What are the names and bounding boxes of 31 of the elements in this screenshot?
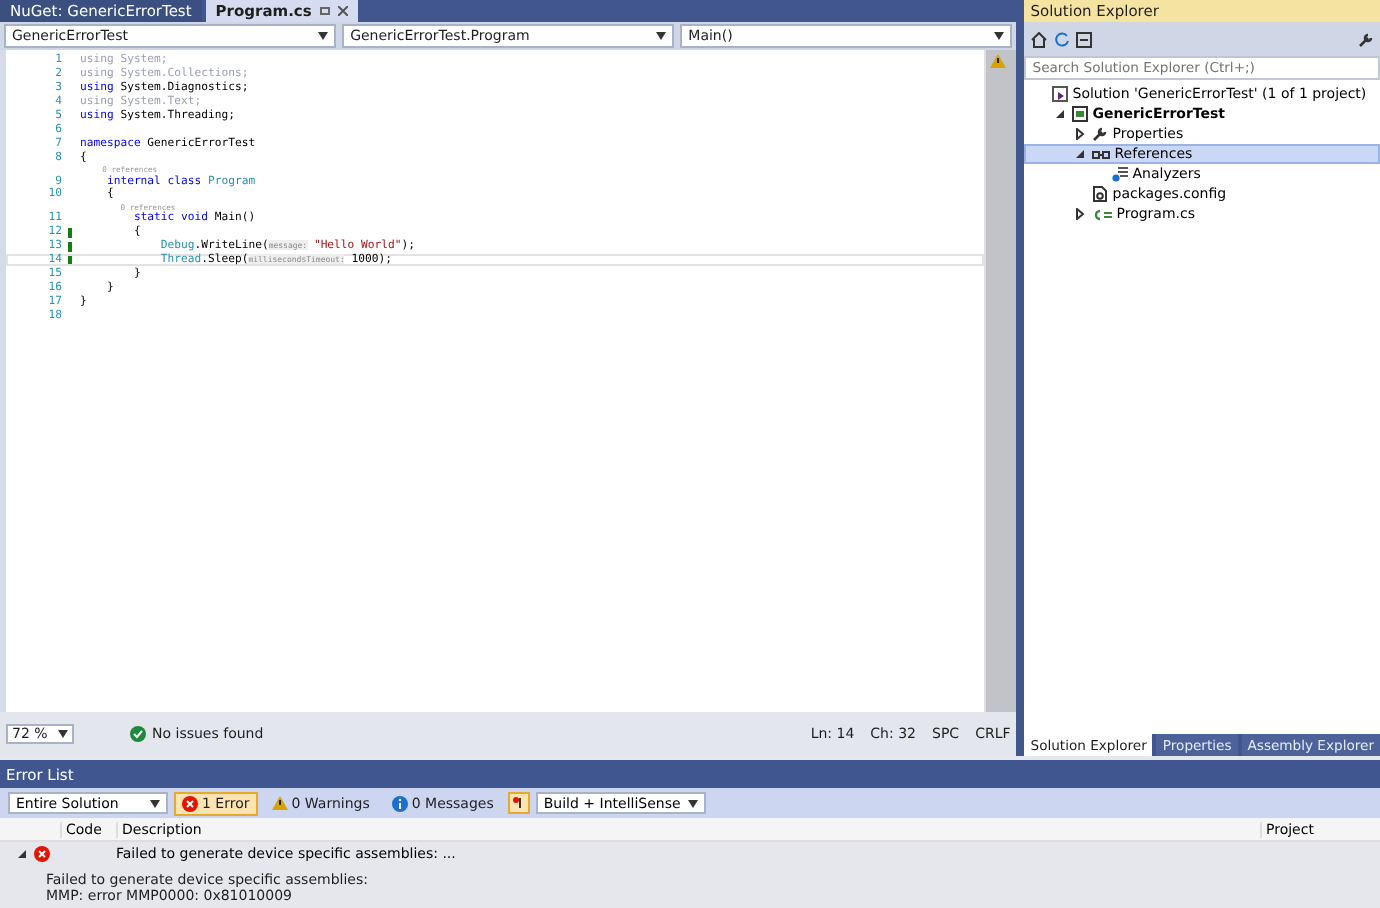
wrench-icon <box>1092 126 1109 142</box>
close-icon[interactable] <box>337 6 348 16</box>
caret-icon <box>150 799 160 807</box>
caret-icon <box>994 32 1005 40</box>
analyzer-icon <box>1112 166 1129 182</box>
expanded-arrow-icon[interactable] <box>1074 148 1087 160</box>
error-icon <box>34 846 50 862</box>
expanded-arrow-icon[interactable] <box>16 848 28 860</box>
expanded-arrow-icon[interactable] <box>1054 108 1067 120</box>
caret-icon <box>687 799 698 807</box>
filter-toggle-icon[interactable] <box>507 792 530 814</box>
project-icon <box>1072 106 1089 122</box>
pin-icon[interactable] <box>319 6 330 16</box>
csharp-file-icon <box>1092 207 1113 221</box>
collapse-all-icon[interactable] <box>1076 31 1093 47</box>
solution-icon <box>1052 86 1069 102</box>
info-icon <box>391 795 408 811</box>
scrollbar[interactable] <box>984 50 1017 712</box>
warning-icon <box>271 796 288 810</box>
references-icon <box>1092 147 1111 161</box>
check-circle-icon <box>130 726 146 742</box>
caret-icon <box>656 32 667 40</box>
collapsed-arrow-icon[interactable] <box>1074 208 1087 220</box>
caret-icon <box>58 730 68 738</box>
collapsed-arrow-icon[interactable] <box>1074 128 1087 140</box>
warning-icon <box>990 54 1007 68</box>
error-icon <box>182 795 198 811</box>
config-file-icon <box>1092 186 1109 202</box>
wrench-icon[interactable] <box>1358 31 1374 47</box>
home-icon[interactable] <box>1030 31 1049 47</box>
caret-icon <box>318 32 329 40</box>
